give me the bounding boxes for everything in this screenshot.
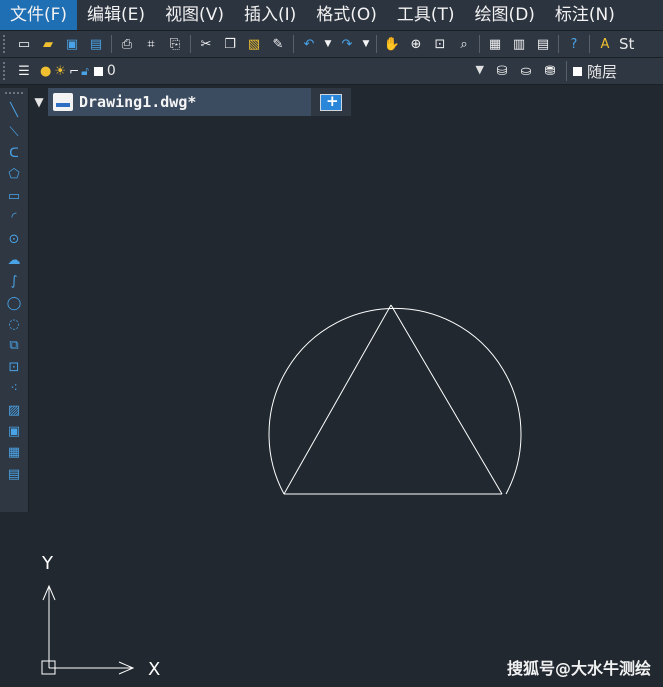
toolbar-separator — [589, 35, 590, 53]
rectangle-icon[interactable]: ▭ — [3, 186, 25, 207]
new-tab-button[interactable] — [311, 88, 351, 116]
toolbar-separator — [293, 35, 294, 53]
mtext-icon[interactable]: ▤ — [3, 464, 25, 485]
menu-format[interactable]: 格式(O) — [306, 0, 387, 30]
watermark-text: 搜狐号@大水牛测绘 — [506, 659, 651, 678]
paste-icon[interactable]: ▧ — [243, 33, 265, 55]
undo-icon[interactable]: ↶ — [298, 33, 320, 55]
ucs-x-label: X — [148, 659, 160, 680]
layer-color-swatch — [93, 66, 103, 76]
menu-dimension[interactable]: 标注(N) — [545, 0, 625, 30]
properties-icon[interactable]: ▦ — [484, 33, 506, 55]
text-style-label[interactable]: St — [619, 35, 634, 53]
construction-line-icon[interactable]: ⟍ — [3, 121, 25, 142]
redo-icon[interactable]: ↷ — [336, 33, 358, 55]
tab-title: Drawing1.dwg* — [79, 93, 197, 111]
toolbar-separator — [558, 35, 559, 53]
toolbar-separator — [479, 35, 480, 53]
line-icon[interactable]: ╲ — [3, 100, 25, 121]
drawing-svg: Y X — [41, 304, 522, 680]
pan-hand-icon[interactable]: ✋ — [381, 33, 403, 55]
layer-previous-icon[interactable]: ⛀ — [515, 60, 537, 82]
layer-name: 0 — [106, 63, 116, 79]
new-tab-icon — [320, 92, 342, 111]
menu-tools[interactable]: 工具(T) — [387, 0, 465, 30]
make-block-icon[interactable]: ⊡ — [3, 357, 25, 378]
design-center-icon[interactable]: ▥ — [508, 33, 530, 55]
layer-thaw-sun-icon[interactable]: ☀ — [54, 64, 66, 79]
open-folder-icon[interactable]: ▰ — [37, 33, 59, 55]
toolbar-separator — [111, 35, 112, 53]
chevron-down-icon[interactable]: ▼ — [476, 63, 484, 76]
toolbar-grip[interactable] — [5, 92, 23, 98]
menu-insert[interactable]: 插入(I) — [234, 0, 306, 30]
redo-dropdown-icon[interactable]: ▼ — [360, 33, 372, 55]
spline-icon[interactable]: ∫ — [3, 271, 25, 292]
copy-icon[interactable]: ❐ — [219, 33, 241, 55]
menu-draw[interactable]: 绘图(D) — [465, 0, 545, 30]
layer-manager-icon[interactable]: ☰ — [13, 60, 35, 82]
tab-list-dropdown-icon[interactable]: ▼ — [30, 88, 48, 116]
table-icon[interactable]: ▦ — [3, 442, 25, 463]
triangle-left-edge[interactable] — [283, 304, 392, 495]
toolbar-grip[interactable] — [3, 35, 9, 53]
color-dropdown[interactable]: 随层 — [566, 61, 617, 81]
undo-dropdown-icon[interactable]: ▼ — [322, 33, 334, 55]
menu-file[interactable]: 文件(F) — [0, 0, 78, 30]
zoom-realtime-icon[interactable]: ⊕ — [405, 33, 427, 55]
print-preview-icon[interactable]: ⌗ — [140, 33, 162, 55]
layer-on-bulb-icon[interactable]: ● — [40, 64, 51, 79]
tab-drawing1[interactable]: Drawing1.dwg* ✕ — [48, 88, 337, 116]
region-icon[interactable]: ▣ — [3, 421, 25, 442]
circle-arc[interactable] — [268, 307, 522, 495]
ucs-y-label: Y — [41, 553, 54, 574]
make-object-layer-current-icon[interactable]: ⛁ — [491, 60, 513, 82]
menu-edit[interactable]: 编辑(E) — [77, 0, 155, 30]
polyline-icon[interactable]: ᑕ — [3, 143, 25, 164]
document-tab-strip: ▼ Drawing1.dwg* ✕ — [30, 88, 663, 116]
save-as-icon[interactable]: ▤ — [85, 33, 107, 55]
help-icon[interactable]: ? — [563, 33, 585, 55]
hatch-icon[interactable]: ▨ — [3, 399, 25, 420]
save-icon[interactable]: ▣ — [61, 33, 83, 55]
cut-icon[interactable]: ✂ — [195, 33, 217, 55]
layer-dropdown[interactable]: ● ☀ ⌐ 🔓︎ 0 ▼ — [40, 61, 490, 81]
draw-toolbar: ╲ ⟍ ᑕ ⬠ ▭ ◜ ⊙ ☁ ∫ ◯ ◌ ⧉ ⊡ ⁖ ▨ ▣ ▦ ▤ — [0, 88, 29, 512]
toolbar-separator — [376, 35, 377, 53]
color-name: 随层 — [587, 62, 618, 81]
layer-states-icon[interactable]: ⛃ — [539, 60, 561, 82]
standard-toolbar: ▭ ▰ ▣ ▤ ⎙ ⌗ ⎘ ✂ ❐ ▧ ✎ ↶ ▼ ↷ ▼ ✋ ⊕ ⊡ ⌕ ▦ … — [0, 31, 663, 58]
zoom-window-icon[interactable]: ⊡ — [429, 33, 451, 55]
point-icon[interactable]: ⁖ — [3, 378, 25, 399]
triangle-right-edge[interactable] — [390, 304, 503, 495]
drawing-canvas[interactable]: Y X 搜狐号@大水牛测绘 — [30, 116, 663, 687]
toolbar-grip[interactable] — [3, 62, 9, 80]
menu-bar: 文件(F) 编辑(E) 视图(V) 插入(I) 格式(O) 工具(T) 绘图(D… — [0, 0, 663, 31]
arc-icon[interactable]: ◜ — [3, 207, 25, 228]
layer-unlock-icon[interactable]: 🔓︎ — [81, 64, 89, 79]
layer-viewport-icon[interactable]: ⌐ — [69, 64, 79, 78]
layers-toolbar: ☰ ● ☀ ⌐ 🔓︎ 0 ▼ ⛁ ⛀ ⛃ 随层 — [0, 58, 663, 85]
toolbar-separator — [190, 35, 191, 53]
revision-cloud-icon[interactable]: ☁ — [3, 250, 25, 271]
color-swatch — [573, 66, 582, 76]
plot-icon[interactable]: ⎘ — [164, 33, 186, 55]
menu-view[interactable]: 视图(V) — [155, 0, 234, 30]
tool-palettes-icon[interactable]: ▤ — [532, 33, 554, 55]
polygon-icon[interactable]: ⬠ — [3, 164, 25, 185]
zoom-previous-icon[interactable]: ⌕ — [453, 33, 475, 55]
circle-icon[interactable]: ⊙ — [3, 228, 25, 249]
print-icon[interactable]: ⎙ — [116, 33, 138, 55]
match-properties-icon[interactable]: ✎ — [267, 33, 289, 55]
dwg-file-icon — [53, 93, 73, 111]
ellipse-arc-icon[interactable]: ◌ — [3, 314, 25, 335]
ucs-icon — [41, 584, 135, 675]
insert-block-icon[interactable]: ⧉ — [3, 335, 25, 356]
new-file-icon[interactable]: ▭ — [13, 33, 35, 55]
text-style-icon[interactable]: A — [594, 33, 616, 55]
ellipse-icon[interactable]: ◯ — [3, 293, 25, 314]
